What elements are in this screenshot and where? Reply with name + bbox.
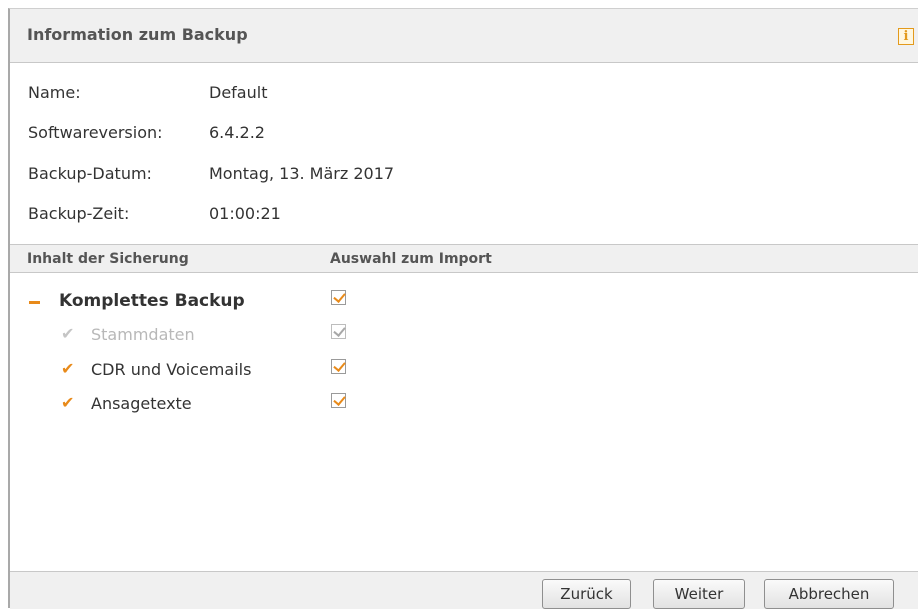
info-row-name: Name: Default (28, 83, 728, 107)
info-row-software-version: Softwareversion: 6.4.2.2 (28, 123, 728, 147)
info-row-backup-date: Backup-Datum: Montag, 13. März 2017 (28, 164, 728, 188)
checkbox-complete-backup[interactable] (331, 290, 346, 305)
collapse-icon[interactable] (29, 301, 40, 304)
info-label: Softwareversion: (28, 123, 163, 142)
table-header: Inhalt der Sicherung Auswahl zum Import (10, 244, 918, 273)
column-header-import-selection: Auswahl zum Import (330, 251, 492, 267)
info-label: Name: (28, 83, 81, 102)
column-header-content: Inhalt der Sicherung (27, 251, 189, 267)
tree-row-complete-backup: Komplettes Backup (10, 287, 918, 317)
dialog-title: Information zum Backup (27, 25, 248, 44)
info-value: Default (209, 83, 268, 102)
checkmark-icon: ✔ (61, 393, 75, 412)
back-button[interactable]: Zurück (542, 579, 631, 609)
checkmark-icon: ✔ (61, 324, 75, 343)
checkbox-cdr-voicemails[interactable] (331, 359, 346, 374)
backup-info-dialog: Information zum Backup i Name: Default S… (8, 8, 918, 609)
tree-label-stammdaten: Stammdaten (91, 325, 195, 344)
tree-label-ansagetexte: Ansagetexte (91, 394, 192, 413)
info-label: Backup-Zeit: (28, 204, 130, 223)
tree-row-stammdaten: ✔ Stammdaten (10, 321, 918, 351)
checkbox-ansagetexte[interactable] (331, 393, 346, 408)
checkbox-stammdaten (331, 324, 346, 339)
tree-row-ansagetexte: ✔ Ansagetexte (10, 390, 918, 420)
tree-label-complete-backup: Komplettes Backup (59, 291, 245, 311)
info-value: Montag, 13. März 2017 (209, 164, 395, 183)
tree-row-cdr-voicemails: ✔ CDR und Voicemails (10, 356, 918, 386)
tree-label-cdr-voicemails: CDR und Voicemails (91, 360, 252, 379)
dialog-footer: Zurück Weiter Abbrechen (10, 571, 918, 609)
info-value: 6.4.2.2 (209, 123, 265, 142)
cancel-button[interactable]: Abbrechen (764, 579, 894, 609)
dialog-header: Information zum Backup i (10, 9, 918, 63)
checkmark-icon: ✔ (61, 359, 75, 378)
info-icon[interactable]: i (898, 28, 914, 45)
next-button[interactable]: Weiter (653, 579, 745, 609)
info-label: Backup-Datum: (28, 164, 152, 183)
info-value: 01:00:21 (209, 204, 281, 223)
info-row-backup-time: Backup-Zeit: 01:00:21 (28, 204, 728, 228)
